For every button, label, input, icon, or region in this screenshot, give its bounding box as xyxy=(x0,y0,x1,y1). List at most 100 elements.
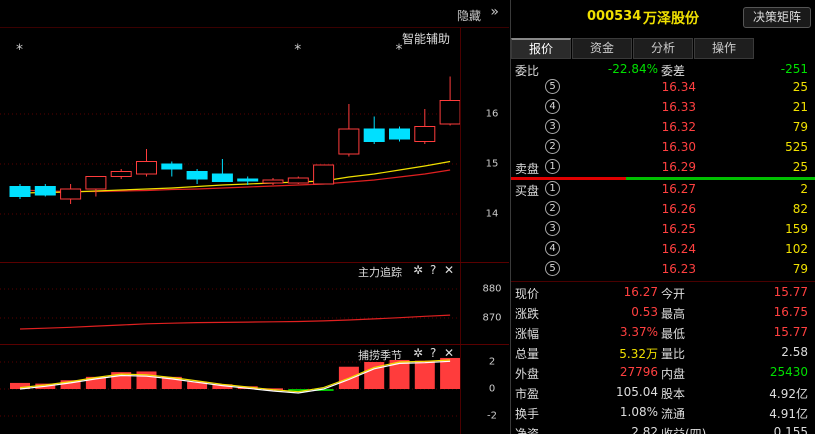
buy-level-badge: 5 xyxy=(545,261,560,276)
stat-row: 涨幅 3.37% 最低 15.77 xyxy=(511,323,815,343)
stat-row: 外盘 27796 内盘 25430 xyxy=(511,363,815,383)
ma-short-line xyxy=(19,160,451,194)
stat-label: 内盘 xyxy=(661,367,686,381)
star-marker: * xyxy=(396,42,403,58)
kline-chart-area[interactable]: 隐藏 » 智能辅助 * * * 16 15 14 主力追踪 ✲ ? ✕ 880 87… xyxy=(0,0,509,434)
candle-up xyxy=(338,128,360,155)
stat-value: 3.37% xyxy=(619,325,658,339)
sell-level-badge: 3 xyxy=(545,119,560,134)
sell-level-badge: 1 xyxy=(545,159,560,174)
buy-row[interactable]: 买盘 1 16.27 2 xyxy=(511,180,815,200)
sell-price: 16.30 xyxy=(661,140,696,154)
buy-row[interactable]: 5 16.23 79 xyxy=(511,260,815,280)
buy-volume: 102 xyxy=(785,242,808,256)
tab-funds[interactable]: 资金 xyxy=(572,38,632,59)
decision-matrix-button[interactable]: 决策矩阵 xyxy=(743,7,811,28)
stat-label: 最低 xyxy=(661,327,686,341)
sell-row[interactable]: 5 16.34 25 xyxy=(511,78,815,98)
season-tick: 2 xyxy=(488,356,496,368)
candle-up xyxy=(287,177,309,184)
stock-name: 万泽股份 xyxy=(643,11,699,27)
commission-diff-label: 委差 xyxy=(661,64,686,78)
season-bar xyxy=(414,360,435,389)
sell-row[interactable]: 3 16.32 79 xyxy=(511,118,815,138)
quote-panel: 000534 万泽股份 决策矩阵 报价 资金 分析 操作 委比 -22.84% … xyxy=(510,0,815,434)
stat-row: 换手 1.08% 流通 4.91亿 xyxy=(511,403,815,423)
tab-quote[interactable]: 报价 xyxy=(511,38,571,59)
sell-price: 16.32 xyxy=(661,120,696,134)
sell-row[interactable]: 卖盘 1 16.29 25 xyxy=(511,158,815,178)
buy-price: 16.27 xyxy=(661,182,696,196)
stat-row: 市盈 105.04 股本 4.92亿 xyxy=(511,383,815,403)
stat-label: 涨幅 xyxy=(515,327,540,341)
tab-analysis[interactable]: 分析 xyxy=(633,38,693,59)
star-marker: * xyxy=(16,42,23,58)
candle-down xyxy=(186,171,208,180)
candle-down xyxy=(211,173,233,182)
stat-value: 2.58 xyxy=(781,345,808,359)
buy-volume: 159 xyxy=(785,222,808,236)
track-tick: 870 xyxy=(482,312,502,324)
candle-down xyxy=(363,128,385,142)
tab-operation[interactable]: 操作 xyxy=(694,38,754,59)
hide-button[interactable]: 隐藏 xyxy=(457,7,481,24)
buy-label: 买盘 xyxy=(515,184,540,198)
stat-row: 现价 16.27 今开 15.77 xyxy=(511,283,815,303)
buy-price: 16.25 xyxy=(661,222,696,236)
buy-row[interactable]: 2 16.26 82 xyxy=(511,200,815,220)
stat-value: 5.32万 xyxy=(619,347,658,361)
stat-value: 4.91亿 xyxy=(769,407,808,421)
stat-label: 量比 xyxy=(661,347,686,361)
season-indicator xyxy=(0,357,460,417)
stat-value: 16.75 xyxy=(773,305,808,319)
stat-value: 15.77 xyxy=(773,285,808,299)
sell-volume: 25 xyxy=(792,160,808,174)
candle-down xyxy=(9,186,31,197)
sell-volume: 525 xyxy=(785,140,808,154)
price-tick: 15 xyxy=(485,158,499,170)
season-tick: -2 xyxy=(487,410,497,422)
collapse-arrow-icon[interactable]: » xyxy=(490,4,499,20)
stat-value: 27796 xyxy=(619,365,658,379)
stat-label: 现价 xyxy=(515,287,540,301)
sell-price: 16.29 xyxy=(661,160,696,174)
stat-label: 最高 xyxy=(661,307,686,321)
ma-long-line xyxy=(19,169,451,193)
candle-down xyxy=(161,163,183,170)
stat-label: 股本 xyxy=(661,387,686,401)
stat-row: 涨跌 0.53 最高 16.75 xyxy=(511,303,815,323)
sell-price: 16.34 xyxy=(661,80,696,94)
buy-level-badge: 4 xyxy=(545,241,560,256)
stat-value: 4.92亿 xyxy=(769,387,808,401)
stock-header: 000534 万泽股份 决策矩阵 xyxy=(511,0,815,36)
buy-row[interactable]: 4 16.24 102 xyxy=(511,240,815,260)
candle-up xyxy=(136,161,157,175)
sell-level-badge: 4 xyxy=(545,99,560,114)
candle-up xyxy=(414,126,436,142)
stat-label: 流通 xyxy=(661,407,686,421)
stat-value: 0.53 xyxy=(631,305,658,319)
buy-row[interactable]: 3 16.25 159 xyxy=(511,220,815,240)
sell-row[interactable]: 2 16.30 525 xyxy=(511,138,815,158)
main-track-indicator xyxy=(0,288,460,330)
buy-price: 16.23 xyxy=(661,262,696,276)
candle-up xyxy=(439,100,460,125)
candle-up xyxy=(60,188,82,200)
track-tick: 880 xyxy=(482,283,502,295)
candlestick-chart[interactable]: * * * xyxy=(0,0,460,262)
sell-row[interactable]: 4 16.33 21 xyxy=(511,98,815,118)
price-tick: 14 xyxy=(485,208,499,220)
stat-label: 涨跌 xyxy=(515,307,540,321)
stat-value: 16.27 xyxy=(623,285,658,299)
sell-volume: 79 xyxy=(792,120,808,134)
sell-price: 16.33 xyxy=(661,100,696,114)
stat-value: 105.04 xyxy=(616,385,658,399)
stat-label: 外盘 xyxy=(515,367,540,381)
candle-up xyxy=(262,179,284,184)
sell-level-badge: 5 xyxy=(545,79,560,94)
season-bar xyxy=(440,357,460,389)
stat-label: 收益(四) xyxy=(661,427,707,434)
stat-value: 0.155 xyxy=(773,425,808,434)
buy-price: 16.26 xyxy=(661,202,696,216)
season-tick: 0 xyxy=(488,383,496,395)
